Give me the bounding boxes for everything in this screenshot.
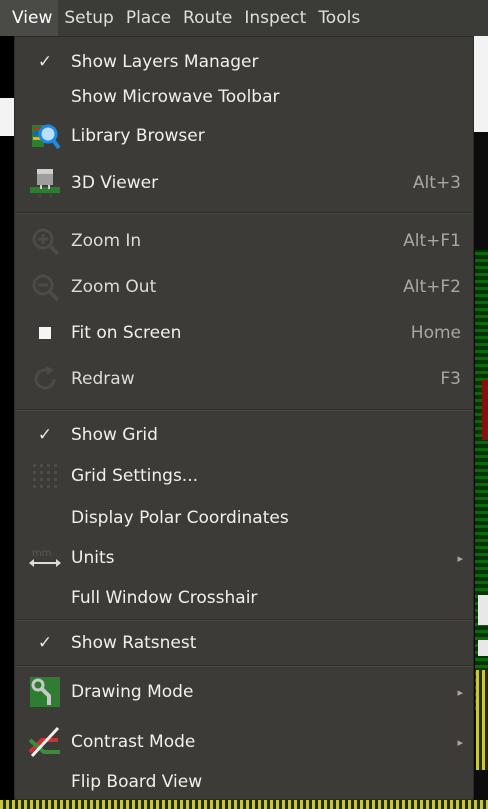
menu-item-contrast-mode[interactable]: Contrast Mode ▸ [15, 723, 473, 761]
menu-item-show-ratsnest[interactable]: ✓ Show Ratsnest [15, 624, 473, 662]
menu-item-zoom-in[interactable]: Zoom In Alt+F1 [15, 222, 473, 260]
menu-view[interactable]: View [0, 0, 59, 36]
3d-viewer-icon [25, 165, 65, 201]
menu-item-label: 3D Viewer [71, 173, 159, 193]
menu-separator-highlight [15, 410, 473, 411]
menu-separator-highlight [15, 620, 473, 621]
menu-item-3d-viewer[interactable]: 3D Viewer Alt+3 [15, 164, 473, 202]
grid-icon [25, 458, 65, 494]
shortcut-label: F3 [440, 369, 461, 389]
menu-item-drawing-mode[interactable]: Drawing Mode ▸ [15, 673, 473, 711]
menu-item-label: Grid Settings... [71, 466, 199, 486]
menu-item-show-grid[interactable]: ✓ Show Grid [15, 416, 473, 454]
check-icon: ✓ [37, 52, 53, 72]
pcb-pads-sliver [476, 670, 488, 770]
menu-item-library-browser[interactable]: Library Browser [15, 117, 473, 155]
menu-item-label: Show Microwave Toolbar [71, 87, 280, 107]
menu-separator-highlight [15, 213, 473, 214]
menu-item-label: Flip Board View [71, 772, 203, 792]
menu-item-label: Redraw [71, 369, 135, 389]
zoom-in-icon [25, 223, 65, 259]
zoom-out-icon [25, 269, 65, 305]
menu-item-label: Zoom Out [71, 277, 157, 297]
contrast-mode-icon [25, 724, 65, 760]
submenu-arrow-icon: ▸ [457, 685, 463, 699]
menu-item-show-microwave-toolbar[interactable]: Show Microwave Toolbar [15, 78, 473, 116]
menu-item-units[interactable]: mm Units ▸ [15, 539, 473, 577]
shortcut-label: Alt+3 [412, 173, 461, 193]
menu-item-label: Show Grid [71, 425, 158, 445]
menu-item-full-window-crosshair[interactable]: Full Window Crosshair [15, 579, 473, 617]
menu-item-label: Show Ratsnest [71, 633, 197, 653]
menu-item-label: Units [71, 548, 115, 568]
menu-item-label: Display Polar Coordinates [71, 508, 289, 528]
menu-setup[interactable]: Setup [58, 0, 119, 36]
shortcut-label: Alt+F2 [403, 277, 461, 297]
redraw-icon [25, 361, 65, 397]
fit-screen-icon [25, 315, 65, 351]
menu-item-label: Library Browser [71, 126, 205, 146]
menu-place[interactable]: Place [120, 0, 177, 36]
menu-item-label: Drawing Mode [71, 682, 194, 702]
menu-item-grid-settings[interactable]: Grid Settings... [15, 457, 473, 495]
library-browser-icon [25, 118, 65, 154]
submenu-arrow-icon: ▸ [457, 735, 463, 749]
menu-item-label: Fit on Screen [71, 323, 182, 343]
svg-text:mm: mm [32, 548, 51, 559]
menu-item-label: Show Layers Manager [71, 52, 259, 72]
menubar: View Setup Place Route Inspect Tools [0, 0, 488, 36]
check-icon: ✓ [37, 633, 53, 653]
background-window-sliver [474, 36, 488, 132]
menu-item-show-layers-manager[interactable]: ✓ Show Layers Manager [15, 43, 473, 81]
menu-inspect[interactable]: Inspect [238, 0, 312, 36]
pcb-trace-red-sliver [482, 380, 488, 440]
menu-separator-highlight [15, 666, 473, 667]
menu-route[interactable]: Route [177, 0, 238, 36]
drawing-mode-icon [25, 674, 65, 710]
shortcut-label: Home [410, 323, 461, 343]
shortcut-label: Alt+F1 [403, 231, 461, 251]
units-icon: mm [25, 540, 65, 576]
menu-item-fit-on-screen[interactable]: Fit on Screen Home [15, 314, 473, 352]
menu-tools[interactable]: Tools [312, 0, 366, 36]
menu-item-flip-board-view[interactable]: Flip Board View [15, 763, 473, 801]
submenu-arrow-icon: ▸ [457, 551, 463, 565]
menu-item-redraw[interactable]: Redraw F3 [15, 360, 473, 398]
menu-item-display-polar-coordinates[interactable]: Display Polar Coordinates [15, 499, 473, 537]
pcb-panel-sliver [478, 595, 488, 625]
menu-item-label: Zoom In [71, 231, 142, 251]
pcb-panel-sliver-2 [478, 640, 488, 656]
pcb-bottom-sliver [0, 800, 488, 809]
check-icon: ✓ [37, 425, 53, 445]
menu-item-label: Full Window Crosshair [71, 588, 258, 608]
menu-item-zoom-out[interactable]: Zoom Out Alt+F2 [15, 268, 473, 306]
view-menu-dropdown: ✓ Show Layers Manager Show Microwave Too… [14, 36, 474, 800]
menu-item-label: Contrast Mode [71, 732, 196, 752]
